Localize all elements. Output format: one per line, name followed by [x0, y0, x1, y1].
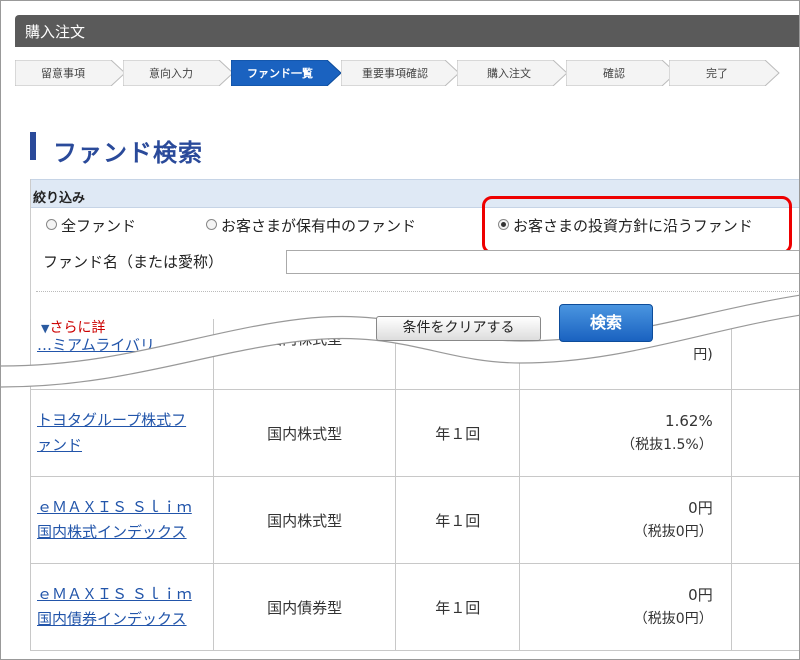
step-notice: 留意事項 [15, 60, 127, 86]
radio-button-icon [46, 219, 57, 230]
search-button[interactable]: 検索 [559, 304, 653, 342]
section-heading: ファンド検索 [53, 139, 203, 167]
fund-name-cell: ｅＭＡＸＩＳ Ｓｌｉｍ 国内債券インデックス [29, 563, 215, 651]
fund-link[interactable]: ｅＭＡＸＩＳ Ｓｌｉｍ 国内株式インデックス [37, 498, 192, 541]
step-label: 完了 [706, 67, 728, 80]
page-title: 購入注文 [25, 23, 86, 41]
fund-name-cell: ｅＭＡＸＩＳ Ｓｌｉｍ 国内株式インデックス [29, 476, 215, 564]
clear-conditions-button[interactable]: 条件をクリアする [376, 316, 541, 341]
table-row: ｅＭＡＸＩＳ Ｓｌｉｍ 国内株式インデックス 国内株式型 年１回 0円 （税抜0円） [29, 476, 799, 564]
fund-link[interactable]: トヨタグループ株式フ ァンド [37, 411, 186, 454]
fund-type-cell: 国内債券型 [213, 563, 397, 651]
fee-cell: 0円 （税抜0円） [519, 563, 732, 651]
step-label: ファンド一覧 [247, 67, 313, 80]
frequency-cell: 年１回 [395, 476, 521, 564]
screenshot-frame: 購入注文 留意事項 意向入力 ファンド一覧 重要事項確認 購入注文 確認 完了 … [0, 0, 800, 660]
fund-link[interactable]: ｅＭＡＸＩＳ Ｓｌｉｍ 国内債券インデックス [37, 585, 192, 628]
heading-accent-bar [30, 132, 36, 160]
step-order: 購入注文 [457, 60, 569, 86]
step-label: 意向入力 [149, 67, 193, 80]
step-fund-list: ファンド一覧 [231, 60, 343, 86]
more-conditions-link[interactable]: ▼さらに詳 [41, 317, 105, 337]
frequency-cell: 年１回 [395, 389, 521, 477]
fee-cell: 0円 （税抜0円） [519, 476, 732, 564]
fund-name-label: ファンド名（または愛称） [43, 253, 224, 271]
radio-all-funds[interactable]: 全ファンド [46, 215, 136, 236]
fee-cell: 1.62% （税抜1.5%） [519, 389, 732, 477]
radio-owned-funds[interactable]: お客さまが保有中のファンド [206, 215, 416, 236]
step-important: 重要事項確認 [341, 60, 461, 86]
filter-title: 絞り込み [33, 191, 86, 206]
title-bar: 購入注文 [15, 15, 799, 47]
table-row: ｅＭＡＸＩＳ Ｓｌｉｍ 国内債券インデックス 国内債券型 年１回 0円 （税抜0円） [29, 563, 799, 651]
step-label: 購入注文 [487, 67, 531, 80]
step-intent: 意向入力 [123, 60, 235, 86]
fund-name-cell: トヨタグループ株式フ ァンド [29, 389, 215, 477]
highlight-annotation [482, 196, 792, 254]
frequency-cell: 年１回 [395, 563, 521, 651]
step-complete: 完了 [669, 60, 781, 86]
step-label: 留意事項 [41, 67, 85, 80]
table-row: トヨタグループ株式フ ァンド 国内株式型 年１回 1.62% （税抜1.5%） [29, 389, 799, 477]
step-confirm: 確認 [566, 60, 678, 86]
radio-button-icon [206, 219, 217, 230]
fund-type-cell: 国内株式型 [213, 389, 397, 477]
step-label: 重要事項確認 [362, 67, 428, 80]
fund-type-cell: 国内株式型 [213, 476, 397, 564]
step-label: 確認 [603, 67, 625, 80]
